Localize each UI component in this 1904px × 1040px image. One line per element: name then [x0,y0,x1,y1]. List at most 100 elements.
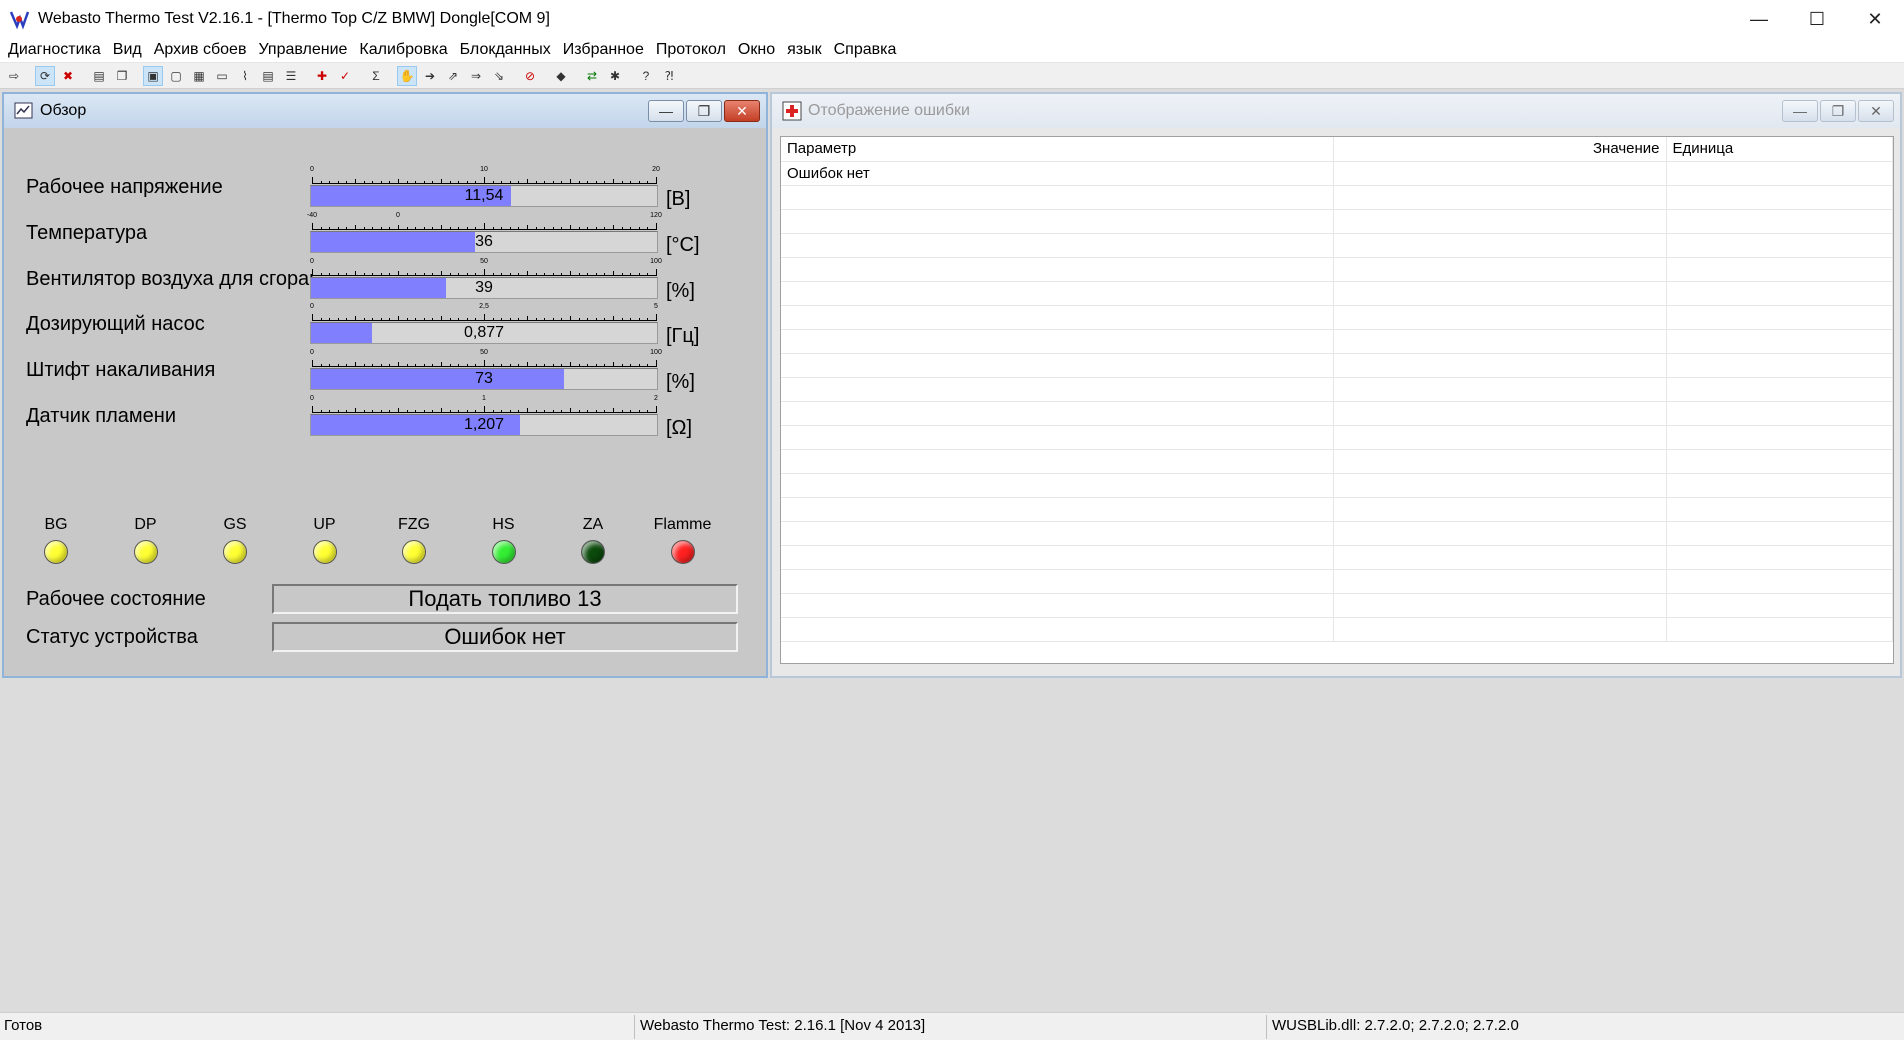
table-row[interactable] [781,521,1893,546]
arrow-icon[interactable]: ➔ [420,66,440,86]
table-row[interactable] [781,233,1893,258]
scale-tick [415,410,417,413]
txrx-icon[interactable]: ⇄ [582,66,602,86]
scale-tick [544,227,546,230]
scale-tick [552,364,554,367]
error-restore-button[interactable]: ❐ [1820,100,1856,122]
error-minimize-button[interactable]: — [1782,100,1818,122]
refresh-icon[interactable]: ⟳ [35,65,55,86]
param-scale: 0 50 100 [310,258,662,276]
form-icon[interactable]: ▤ [258,66,278,86]
param-label: Дозирующий насос [26,313,205,335]
menu-control[interactable]: Управление [252,41,353,59]
arrow-up-icon[interactable]: ⇗ [443,66,463,86]
check-icon[interactable]: ✓ [335,66,355,86]
table-row[interactable] [781,401,1893,426]
help-icon[interactable]: ? [636,66,656,86]
table-row[interactable] [781,473,1893,498]
menu-view[interactable]: Вид [107,41,148,59]
param-bar: 1,207 [310,414,658,436]
scale-tick [492,181,494,184]
table-row[interactable] [781,497,1893,522]
scale-tick [501,318,503,321]
overview-icon[interactable]: ▣ [143,65,163,86]
column-value[interactable]: Значение [1333,137,1667,162]
menu-data-block[interactable]: Блокданных [454,41,557,59]
table-row[interactable] [781,545,1893,570]
scale-tick [415,181,417,184]
scale-tick [578,273,580,276]
scale-tick [656,177,657,184]
table-row[interactable] [781,377,1893,402]
table-row[interactable] [781,185,1893,210]
overview-minimize-button[interactable]: — [648,100,684,122]
scale-tick [346,273,348,276]
close-button[interactable]: ✕ [1846,0,1904,38]
error-close-button[interactable]: ✕ [1858,100,1894,122]
table-row[interactable] [781,593,1893,618]
scale-tick [570,225,571,230]
minimize-button[interactable]: — [1730,0,1788,38]
chip-icon[interactable]: ◆ [551,66,571,86]
menu-calibration[interactable]: Калибровка [353,41,453,59]
table-cell [1333,569,1667,594]
column-parameter[interactable]: Параметр [781,137,1334,162]
read-icon[interactable]: ▤ [89,66,109,86]
error-icon[interactable]: ✚ [312,66,332,86]
copy-icon[interactable]: ❐ [112,66,132,86]
connect-icon[interactable]: ⇨ [4,66,24,86]
table-cell [1333,305,1667,330]
arrow-down-icon[interactable]: ⇘ [489,66,509,86]
sum-icon[interactable]: Σ [366,66,386,86]
overview-titlebar[interactable]: Обзор — ❐ ✕ [4,94,766,128]
indicator-lamps: BG DP GS UP FZG HS ZA Flamme [4,516,744,576]
grid-icon[interactable]: ▦ [189,66,209,86]
window-icon[interactable]: ▢ [166,66,186,86]
table-row[interactable] [781,449,1893,474]
table-row[interactable] [781,209,1893,234]
scale-tick [638,227,640,230]
column-unit[interactable]: Единица [1666,137,1893,162]
lamp-label: GS [223,516,247,533]
table-row[interactable] [781,281,1893,306]
menu-window[interactable]: Окно [732,41,781,59]
scale-tick [604,273,606,276]
lamp-indicator-icon [581,540,605,564]
arrow-right-icon[interactable]: ⇒ [466,66,486,86]
context-help-icon[interactable]: ⁈ [659,66,679,86]
scale-tick [613,225,614,230]
menu-help[interactable]: Справка [828,41,903,59]
menu-favorites[interactable]: Избранное [557,41,650,59]
list-icon[interactable]: ☰ [281,66,301,86]
error-titlebar[interactable]: Отображение ошибки — ❐ ✕ [772,94,1900,128]
table-cell [781,329,1334,354]
table-row[interactable] [781,257,1893,282]
scale-tick [613,408,614,413]
bug-icon[interactable]: ✱ [605,66,625,86]
menu-language[interactable]: язык [781,41,828,59]
menu-protocol[interactable]: Протокол [650,41,732,59]
menu-fault-archive[interactable]: Архив сбоев [148,41,253,59]
scale-tick [449,227,451,230]
hand-icon[interactable]: ✋ [397,65,417,86]
table-row[interactable] [781,425,1893,450]
chart-icon[interactable]: ⌇ [235,66,255,86]
table-cell [1666,305,1893,330]
table-row[interactable]: Ошибок нет [781,161,1893,186]
table-row[interactable] [781,569,1893,594]
table-row[interactable] [781,305,1893,330]
table-row[interactable] [781,617,1893,642]
table-row[interactable] [781,329,1893,354]
disconnect-icon[interactable]: ✖ [58,66,78,86]
menu-diagnostics[interactable]: Диагностика [2,41,107,59]
overview-close-button[interactable]: ✕ [724,100,760,122]
table-row[interactable] [781,353,1893,378]
scale-tick [647,318,649,321]
overview-restore-button[interactable]: ❐ [686,100,722,122]
scale-tick [578,227,580,230]
stop-icon[interactable]: ⊘ [520,66,540,86]
maximize-button[interactable]: ☐ [1788,0,1846,38]
folder-icon[interactable]: ▭ [212,66,232,86]
scale-tick [595,318,597,321]
param-scale: 0 10 20 [310,166,660,184]
